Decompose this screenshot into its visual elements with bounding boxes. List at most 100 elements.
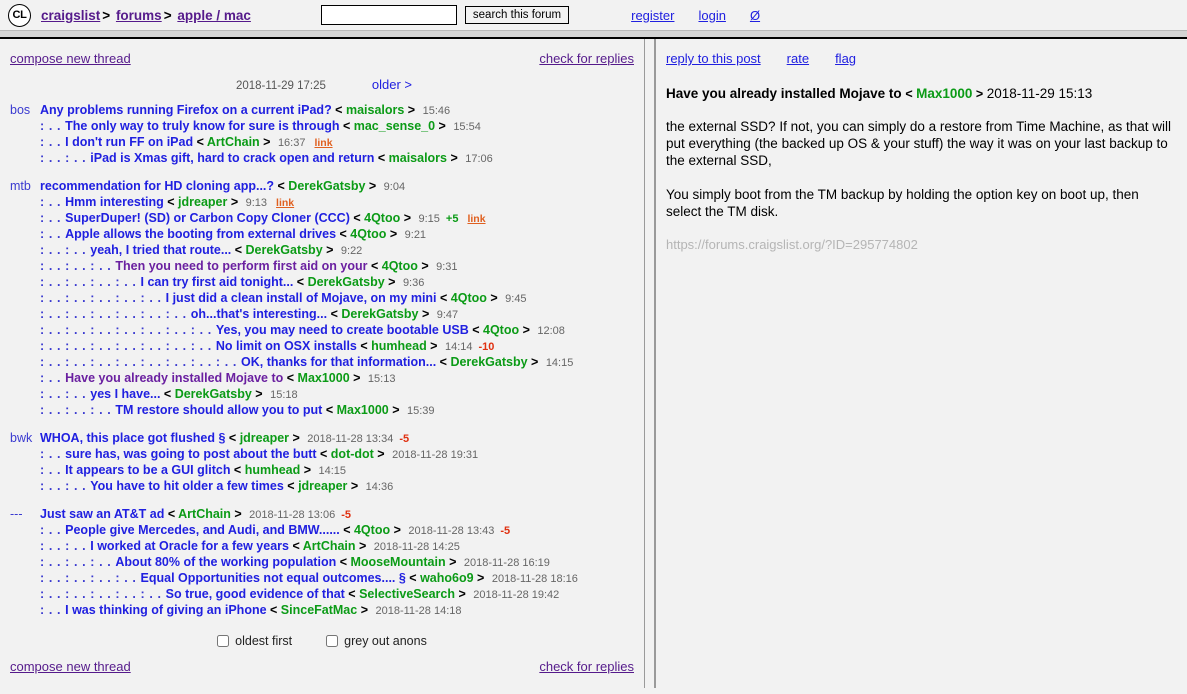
thread-group-prefix: bwk [10,430,33,445]
thread-author-link[interactable]: DerekGatsby [246,243,323,257]
thread-author-link[interactable]: maisalors [389,151,447,165]
grey-out-anons-option[interactable]: grey out anons [326,634,427,648]
thread-author-link[interactable]: mac_sense_0 [354,119,435,133]
thread-title-link[interactable]: sure has, was going to post about the bu… [65,447,316,461]
account-slash-icon[interactable]: Ø [750,8,760,23]
thread-title-link[interactable]: People give Mercedes, and Audi, and BMW.… [65,523,340,537]
thread-title-link[interactable]: About 80% of the working population [115,555,336,569]
thread-author-link[interactable]: DerekGatsby [288,179,365,193]
author-open-angle: < [336,226,351,241]
thread-title-link[interactable]: I worked at Oracle for a few years [90,539,289,553]
thread-author-link[interactable]: maisalors [346,103,404,117]
breadcrumb-link-apple-mac[interactable]: apple / mac [177,8,251,23]
thread-author-link[interactable]: humhead [245,463,301,477]
thread-author-link[interactable]: SelectiveSearch [359,587,455,601]
post-author-close-angle: > [972,87,987,101]
breadcrumb-link-forums[interactable]: forums [116,8,162,23]
thread-author-link[interactable]: 4Qtoo [451,291,487,305]
thread-title-link[interactable]: I was thinking of giving an iPhone [65,603,266,617]
check-for-replies-link-top[interactable]: check for replies [539,51,634,66]
thread-author-link[interactable]: 4Qtoo [354,523,390,537]
thread-author-link[interactable]: MooseMountain [350,555,445,569]
rate-link[interactable]: rate [787,51,809,66]
thread-author-link[interactable]: 4Qtoo [364,211,400,225]
thread-title-link[interactable]: I can try first aid tonight... [141,275,294,289]
thread-author-link[interactable]: ArtChain [303,539,356,553]
thread-author-link[interactable]: SinceFatMac [281,603,357,617]
post-title-line: Have you already installed Mojave to < M… [666,86,1175,101]
thread-link-tag[interactable]: link [458,213,485,225]
thread-title-link[interactable]: Then you need to perform first aid on yo… [115,259,367,273]
thread-author-link[interactable]: DerekGatsby [308,275,385,289]
thread-row: : . . : . . : . . : . . I can try first … [10,274,634,290]
thread-title-link[interactable]: Yes, you may need to create bootable USB [216,323,469,337]
check-for-replies-link-bottom[interactable]: check for replies [539,659,634,674]
flag-link[interactable]: flag [835,51,856,66]
thread-author-link[interactable]: waho6o9 [420,571,474,585]
thread-title-link[interactable]: Apple allows the booting from external d… [65,227,336,241]
thread-author-link[interactable]: DerekGatsby [450,355,527,369]
thread-group: bos Any problems running Firefox on a cur… [10,102,634,166]
search-form: search this forum [320,5,570,25]
thread-timestamp: 9:47 [436,308,459,321]
thread-author-link[interactable]: Max1000 [337,403,389,417]
thread-title-link[interactable]: I don't run FF on iPad [65,135,193,149]
compose-new-thread-link-top[interactable]: compose new thread [10,51,131,66]
thread-timestamp: 12:08 [537,324,565,337]
breadcrumb-link-craigslist[interactable]: craigslist [41,8,100,23]
search-forum-button[interactable]: search this forum [464,6,570,24]
thread-title-link[interactable]: yeah, I tried that route... [90,243,231,257]
thread-author-link[interactable]: 4Qtoo [350,227,386,241]
thread-link-tag[interactable]: link [305,137,332,149]
post-author[interactable]: Max1000 [916,86,972,101]
thread-title-link[interactable]: The only way to truly know for sure is t… [65,119,339,133]
thread-title-link[interactable]: OK, thanks for that information... [241,355,436,369]
thread-author-link[interactable]: ArtChain [178,507,231,521]
thread-author-link[interactable]: dot-dot [331,447,374,461]
register-link[interactable]: register [631,8,674,23]
thread-author-link[interactable]: DerekGatsby [341,307,418,321]
post-author-open-angle: < [905,87,917,101]
thread-title-link[interactable]: oh...that's interesting... [191,307,327,321]
thread-author-link[interactable]: humhead [371,339,427,353]
login-link[interactable]: login [698,8,725,23]
thread-author-link[interactable]: ArtChain [207,135,260,149]
thread-title-link[interactable]: Have you already installed Mojave to [65,371,283,385]
thread-author-link[interactable]: 4Qtoo [483,323,519,337]
thread-title-link[interactable]: TM restore should allow you to put [115,403,322,417]
thread-author-link[interactable]: jdreaper [178,195,227,209]
oldest-first-option[interactable]: oldest first [217,634,292,648]
thread-title-link[interactable]: So true, good evidence of that [166,587,345,601]
thread-indent-marker: : . . [40,370,66,385]
thread-title-link[interactable]: Hmm interesting [65,195,164,209]
thread-title-link[interactable]: I just did a clean install of Mojave, on… [166,291,437,305]
compose-new-thread-link-bottom[interactable]: compose new thread [10,659,131,674]
thread-title-link[interactable]: Equal Opportunities not equal outcomes..… [141,571,406,585]
thread-author-link[interactable]: Max1000 [298,371,350,385]
grey-out-anons-checkbox[interactable] [326,635,339,647]
thread-title-link[interactable]: recommendation for HD cloning app...? [40,179,274,193]
thread-timestamp: 2018-11-28 13:06 [249,508,336,521]
oldest-first-checkbox[interactable] [217,635,230,647]
thread-author-link[interactable]: 4Qtoo [382,259,418,273]
thread-title-link[interactable]: Any problems running Firefox on a curren… [40,103,332,117]
thread-title-link[interactable]: yes I have... [90,387,160,401]
thread-author-link[interactable]: jdreaper [240,431,289,445]
thread-title-link[interactable]: It appears to be a GUI glitch [65,463,230,477]
thread-group-prefix: --- [10,506,23,521]
thread-link-tag[interactable]: link [267,197,294,209]
reply-to-this-post-link[interactable]: reply to this post [666,51,761,66]
post-detail-pane: reply to this post rate flag Have you al… [656,39,1187,688]
thread-title-link[interactable]: WHOA, this place got flushed § [40,431,225,445]
thread-title-link[interactable]: Just saw an AT&T ad [40,507,164,521]
thread-title-link[interactable]: No limit on OSX installs [216,339,357,353]
thread-author-link[interactable]: DerekGatsby [175,387,252,401]
older-link-top[interactable]: older > [372,77,412,92]
search-input[interactable] [320,5,457,25]
craigslist-logo-icon[interactable]: CL [8,3,31,27]
thread-author-link[interactable]: jdreaper [298,479,347,493]
thread-row: : . . Hmm interesting < jdreaper > 9:13 l… [10,194,634,210]
thread-title-link[interactable]: You have to hit older a few times [90,479,284,493]
thread-title-link[interactable]: SuperDuper! (SD) or Carbon Copy Cloner (… [65,211,350,225]
thread-title-link[interactable]: iPad is Xmas gift, hard to crack open an… [90,151,374,165]
